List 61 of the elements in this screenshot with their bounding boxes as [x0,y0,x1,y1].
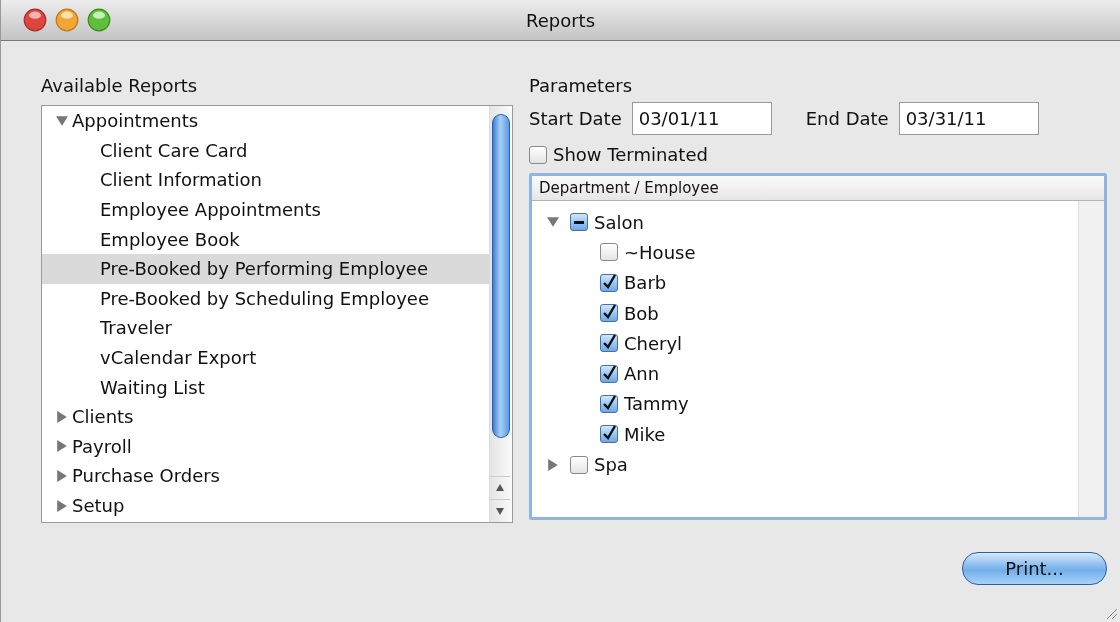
collapsed-triangle-icon[interactable] [56,410,68,423]
checkbox[interactable] [570,213,588,232]
report-item[interactable]: Traveler [42,313,489,343]
print-button[interactable]: Print... [962,552,1107,585]
checkmark-icon [601,305,617,322]
checkbox[interactable] [600,273,618,292]
collapsed-triangle-icon[interactable] [56,499,68,512]
report-item[interactable]: Waiting List [42,372,489,402]
show-terminated-checkbox[interactable]: Show Terminated [529,144,708,165]
close-button[interactable] [23,8,47,32]
checkbox[interactable] [600,394,618,413]
tree-item-label[interactable]: Cheryl [624,332,683,354]
checkbox[interactable] [600,425,618,444]
report-item[interactable]: Setup [42,490,489,521]
section-label: Available Reports [41,75,198,97]
report-item[interactable]: Employee Appointments [42,194,489,225]
tree-item-label[interactable]: Salon [594,211,644,233]
tree-item-label[interactable]: Mike [624,423,666,445]
report-item[interactable]: Employee Book [42,224,489,254]
checkmark-icon [601,365,617,382]
tree-item-label[interactable]: Bob [624,302,659,324]
dash-icon [574,220,584,224]
report-item[interactable]: vCalendar Export [42,342,489,373]
field-label: Start Date [529,108,622,129]
expanded-triangle-icon[interactable] [56,114,68,127]
report-item[interactable]: Client Information [42,165,489,195]
tree-item-label[interactable]: Ann [624,363,660,385]
section-label: Parameters [529,75,633,97]
start-date-field[interactable]: 03/01/11 [631,102,772,135]
end-date-field[interactable]: 03/31/11 [898,102,1039,135]
report-item[interactable]: Pre-Booked by Scheduling Employee [42,283,489,314]
checkmark-icon [601,426,617,443]
checkbox[interactable] [600,243,618,262]
collapsed-triangle-icon[interactable] [547,458,559,471]
report-item[interactable]: Client Care Card [42,135,489,166]
checkmark-icon [601,274,617,291]
checkmark-icon [601,335,617,352]
report-item[interactable]: Clients [42,401,489,432]
report-item[interactable]: Purchase Orders [42,461,489,491]
tree-item-label[interactable]: Spa [594,454,628,475]
expanded-triangle-icon[interactable] [547,216,559,229]
tree-item-label[interactable]: ~House [624,241,696,263]
column-header[interactable]: Department / Employee [532,176,1104,201]
tree-item-label[interactable]: Barb [624,272,667,294]
checkbox[interactable] [600,334,618,353]
checkbox[interactable] [570,455,588,474]
checkbox[interactable] [600,364,618,383]
tree-item-label[interactable]: Tammy [624,393,689,415]
zoom-button[interactable] [87,8,111,32]
window-title: Reports [525,9,595,31]
report-item[interactable]: Pre-Booked by Performing Employee [42,253,489,284]
collapsed-triangle-icon[interactable] [56,469,68,482]
report-item[interactable]: Payroll [42,431,489,462]
checkmark-icon [601,395,617,412]
minimize-button[interactable] [55,8,79,32]
report-item[interactable]: Appointments [42,106,489,136]
field-label: End Date [805,108,889,129]
resize-grip-icon[interactable] [1104,606,1118,620]
collapsed-triangle-icon[interactable] [56,440,68,453]
scroll-thumb[interactable] [492,114,510,438]
checkbox[interactable] [600,304,618,323]
